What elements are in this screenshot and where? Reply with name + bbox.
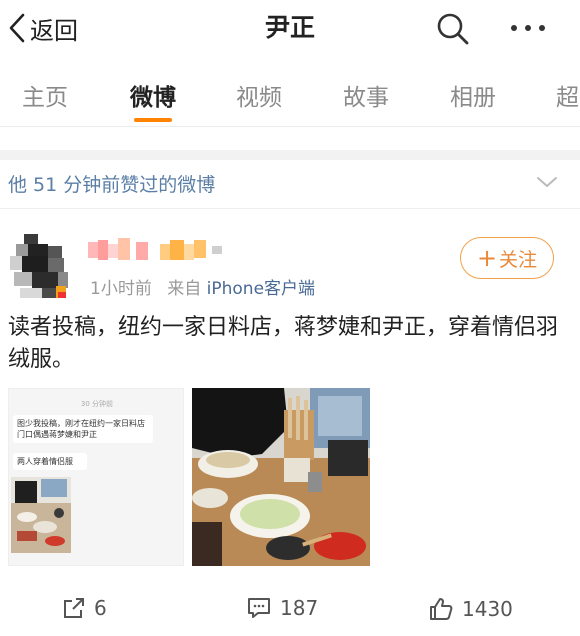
chat-timestamp: 30 分钟前	[80, 400, 114, 408]
tab-album[interactable]: 相册	[450, 78, 496, 112]
post-image-2[interactable]	[192, 388, 370, 566]
active-tab-indicator	[134, 118, 172, 122]
username-blurred[interactable]	[88, 236, 238, 264]
section-divider	[0, 150, 580, 160]
chevron-down-icon[interactable]	[536, 174, 558, 190]
top-bar: 返回 尹正	[0, 0, 580, 56]
post-image-1[interactable]: 30 分钟前 图少我投稿，刚才在纽约一家日料店门口偶遇蒋梦婕和尹正 两人穿着情侣…	[8, 388, 184, 566]
avatar[interactable]	[8, 230, 68, 302]
tab-super-topic[interactable]: 超	[556, 78, 579, 112]
post-source-prefix: 来自	[167, 279, 202, 299]
comment-count: 187	[280, 596, 319, 620]
back-button[interactable]: 返回	[6, 10, 78, 46]
tab-home[interactable]: 主页	[22, 78, 68, 112]
more-icon[interactable]	[508, 14, 548, 42]
follow-button[interactable]: + 关注	[460, 237, 554, 279]
back-label: 返回	[30, 16, 78, 45]
post-text: 读者投稿，纽约一家日料店，蒋梦婕和尹正，穿着情侣羽绒服。	[8, 315, 559, 372]
post-time: 1小时前	[90, 279, 152, 299]
chat-photo-thumbnail	[11, 477, 71, 553]
chevron-left-icon	[9, 13, 25, 43]
tab-video[interactable]: 视频	[236, 78, 282, 112]
repost-icon	[64, 598, 84, 618]
liked-notice-bar[interactable]: 他 51 分钟前赞过的微博	[0, 160, 580, 209]
like-count: 1430	[462, 597, 513, 621]
search-icon[interactable]	[436, 12, 470, 46]
profile-tabs: 主页 微博 视频 故事 相册 超	[0, 62, 580, 127]
liked-notice-text: 他 51 分钟前赞过的微博	[8, 174, 216, 196]
like-button[interactable]: 1430	[428, 596, 513, 622]
plus-icon: +	[476, 244, 498, 272]
thumbs-up-icon	[430, 598, 453, 620]
follow-label: 关注	[499, 248, 538, 271]
comment-button[interactable]: 187	[246, 596, 318, 620]
tab-weibo[interactable]: 微博	[130, 78, 176, 112]
action-bar: 6 187 1430	[0, 588, 580, 632]
post-source[interactable]: iPhone客户端	[207, 279, 315, 299]
repost-button[interactable]: 6	[62, 596, 107, 620]
comment-icon	[248, 598, 270, 618]
page-title: 尹正	[264, 13, 315, 42]
repost-count: 6	[94, 596, 107, 620]
chat-bubble-1: 图少我投稿，刚才在纽约一家日料店门口偶遇蒋梦婕和尹正	[13, 415, 153, 443]
tab-story[interactable]: 故事	[343, 78, 389, 112]
post-meta: 1小时前 来自 iPhone客户端	[90, 274, 315, 299]
chat-bubble-2: 两人穿着情侣服	[13, 453, 87, 470]
